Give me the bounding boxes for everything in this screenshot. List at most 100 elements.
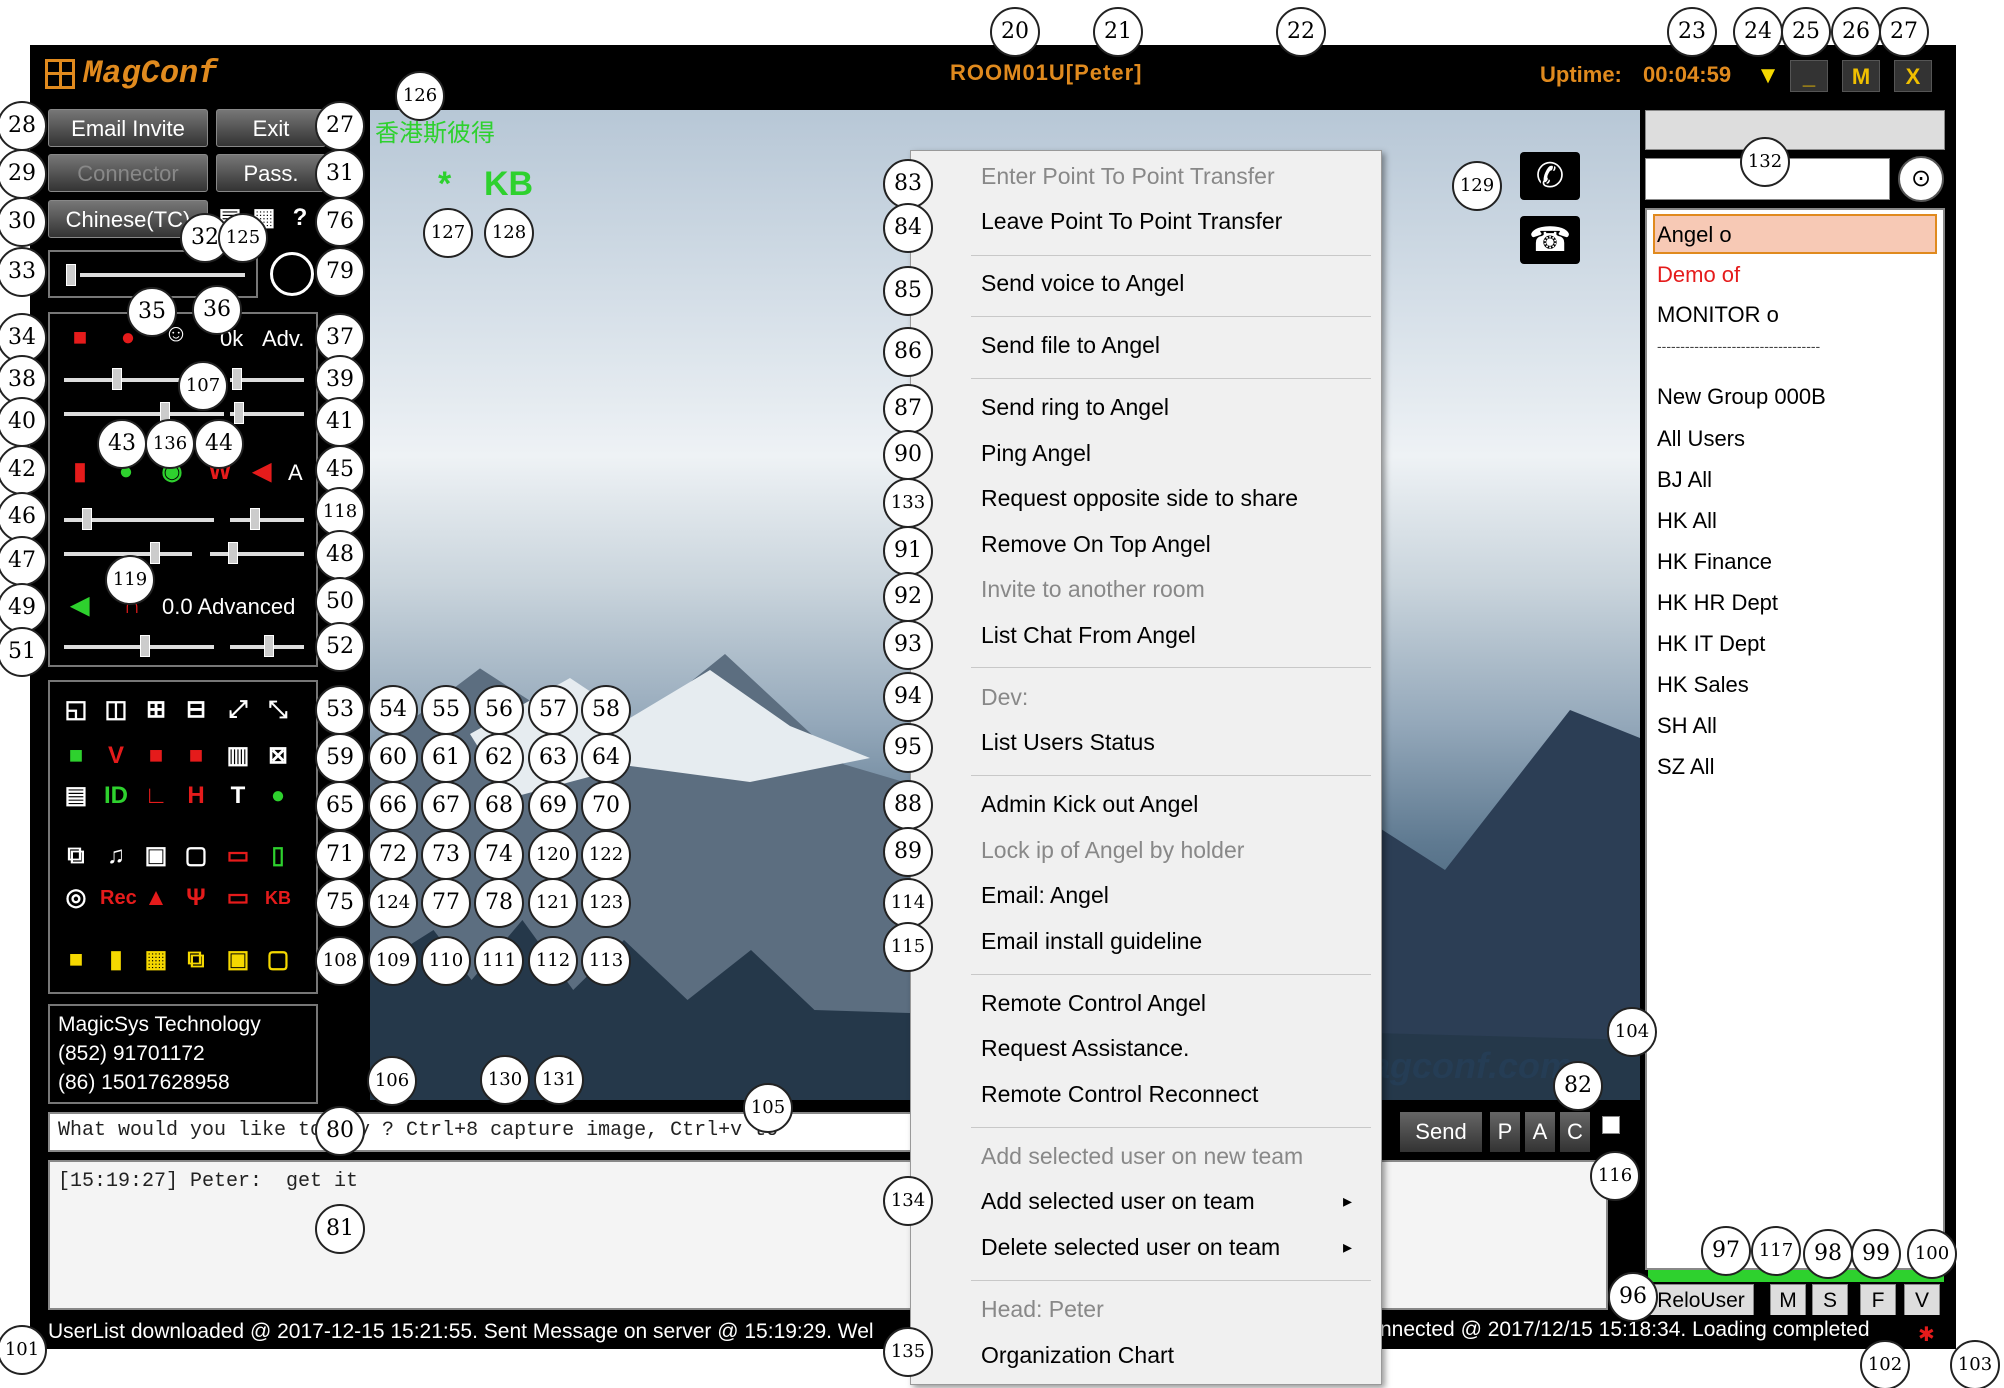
shrink-icon[interactable]: ⤡	[262, 694, 294, 726]
audio-knob-2[interactable]	[250, 508, 260, 530]
video-slider-1[interactable]	[64, 378, 184, 382]
menu-item[interactable]: Head: Peter	[981, 1296, 1104, 1323]
exit-button[interactable]: Exit	[216, 109, 326, 147]
call-answer-icon[interactable]: ✆	[1520, 152, 1580, 200]
rec-icon[interactable]: Rec	[100, 882, 137, 914]
relo-user-button[interactable]: ReloUser	[1648, 1284, 1754, 1316]
audio-knob-3[interactable]	[150, 542, 160, 564]
audio-slider-4[interactable]	[210, 552, 304, 556]
output-knob-2[interactable]	[264, 635, 274, 657]
group-item[interactable]: All Users	[1657, 426, 1745, 452]
menu-item[interactable]: Enter Point To Point Transfer	[981, 163, 1275, 190]
output-slider-1[interactable]	[64, 645, 214, 649]
c-button[interactable]: C	[1560, 1112, 1590, 1152]
audio-knob-1[interactable]	[82, 508, 92, 530]
menu-item[interactable]: Send file to Angel	[981, 332, 1160, 359]
zoom-slider[interactable]	[80, 273, 245, 277]
menu-item[interactable]: Email install guideline	[981, 928, 1202, 955]
output-knob-1[interactable]	[140, 635, 150, 657]
speaker-green-icon[interactable]: ◀	[64, 590, 96, 622]
email-invite-button[interactable]: Email Invite	[48, 109, 208, 147]
bell-icon[interactable]: ♫	[100, 840, 132, 872]
l-icon[interactable]: ∟	[140, 780, 172, 812]
menu-item[interactable]: Leave Point To Point Transfer	[981, 208, 1282, 235]
v-button[interactable]: V	[1904, 1284, 1940, 1316]
group-item[interactable]: HK Finance	[1657, 549, 1772, 575]
group-item[interactable]: SZ All	[1657, 754, 1714, 780]
video-knob-4[interactable]	[234, 402, 244, 424]
call-hangup-icon[interactable]: ☎	[1520, 216, 1580, 264]
send-button[interactable]: Send	[1400, 1112, 1482, 1152]
p-button[interactable]: P	[1490, 1112, 1520, 1152]
group-icon[interactable]: ●	[262, 780, 294, 812]
window-icon[interactable]: ▣	[140, 840, 172, 872]
video-green-icon[interactable]: ■	[60, 740, 92, 772]
share-icon[interactable]: ⧉	[60, 840, 92, 872]
menu-item[interactable]: Organization Chart	[981, 1342, 1174, 1369]
menu-item[interactable]: Lock ip of Angel by holder	[981, 837, 1244, 864]
user-item[interactable]: Angel o	[1657, 222, 1732, 248]
group-item[interactable]: HK IT Dept	[1657, 631, 1765, 657]
pass-button[interactable]: Pass.	[216, 154, 326, 192]
fullscreen-yellow-icon[interactable]: ▢	[262, 944, 294, 976]
antenna-icon[interactable]: Ψ	[180, 882, 212, 914]
chat-checkbox[interactable]	[1602, 1116, 1620, 1134]
audio-slider-2[interactable]	[230, 518, 304, 522]
speaker-red-icon[interactable]: ◀	[246, 456, 278, 488]
user-list[interactable]: Angel o Demo of MONITOR o --------------…	[1645, 208, 1945, 1270]
minimize-button[interactable]: _	[1790, 60, 1828, 92]
video-slider-3[interactable]	[64, 412, 224, 416]
mouse-icon[interactable]: ▯	[262, 840, 294, 872]
menu-item[interactable]: Email: Angel	[981, 882, 1109, 909]
menu-item[interactable]: Add selected user on team	[981, 1188, 1255, 1215]
user-item[interactable]: Demo of	[1657, 262, 1740, 288]
lock-icon[interactable]: ▲	[140, 882, 172, 914]
menu-item[interactable]: Invite to another room	[981, 576, 1205, 603]
camera-yellow-icon[interactable]: ■	[60, 944, 92, 976]
share-yellow-icon[interactable]: ⧉	[180, 944, 212, 976]
layout-1-icon[interactable]: ◱	[60, 694, 92, 726]
menu-item[interactable]: Remove On Top Angel	[981, 531, 1211, 558]
expand-icon[interactable]: ⤢	[222, 694, 254, 726]
group-item[interactable]: HK Sales	[1657, 672, 1749, 698]
menu-item[interactable]: Remote Control Angel	[981, 990, 1206, 1017]
layout-4-icon[interactable]: ⊞	[140, 694, 172, 726]
video-knob-2[interactable]	[232, 368, 242, 390]
maximize-button[interactable]: M	[1842, 60, 1880, 92]
list-icon[interactable]: ▤	[60, 780, 92, 812]
m-button[interactable]: M	[1770, 1284, 1806, 1316]
id-icon[interactable]: ID	[100, 780, 132, 812]
menu-item[interactable]: Request Assistance.	[981, 1035, 1189, 1062]
box-x-icon[interactable]: ⊠	[262, 740, 294, 772]
layout-2-icon[interactable]: ◫	[100, 694, 132, 726]
s-button[interactable]: S	[1812, 1284, 1848, 1316]
menu-item[interactable]: Send ring to Angel	[981, 394, 1169, 421]
close-button[interactable]: X	[1894, 60, 1932, 92]
h-icon[interactable]: H	[180, 780, 212, 812]
panel-icon[interactable]: ▥	[222, 740, 254, 772]
kb-icon[interactable]: KB	[262, 882, 294, 914]
monitor-red-icon[interactable]: ▭	[222, 840, 254, 872]
layout-3-icon[interactable]: ⊟	[180, 694, 212, 726]
f-button[interactable]: F	[1860, 1284, 1896, 1316]
menu-item[interactable]: Send voice to Angel	[981, 270, 1184, 297]
help-icon[interactable]: ?	[284, 202, 316, 234]
menu-item[interactable]: Add selected user on new team	[981, 1143, 1303, 1170]
group-item[interactable]: SH All	[1657, 713, 1717, 739]
vc-icon[interactable]: V	[100, 740, 132, 772]
advanced-label[interactable]: 0.0 Advanced	[162, 594, 295, 620]
video-knob-1[interactable]	[112, 368, 122, 390]
menu-item[interactable]: Request opposite side to share	[981, 485, 1298, 512]
magnifier-icon[interactable]	[270, 252, 314, 296]
a-button[interactable]: A	[1525, 1112, 1555, 1152]
group-item[interactable]: HK HR Dept	[1657, 590, 1778, 616]
group-item[interactable]: BJ All	[1657, 467, 1712, 493]
video-hd-icon[interactable]: ■	[180, 740, 212, 772]
group-item[interactable]: HK All	[1657, 508, 1717, 534]
fullscreen-icon[interactable]: ▢	[180, 840, 212, 872]
menu-item[interactable]: Remote Control Reconnect	[981, 1081, 1258, 1108]
mic-yellow-icon[interactable]: ▮	[100, 944, 132, 976]
camera-snapshot-icon[interactable]: ◎	[60, 882, 92, 914]
menu-item[interactable]: Delete selected user on team	[981, 1234, 1280, 1261]
audio-knob-4[interactable]	[228, 542, 238, 564]
